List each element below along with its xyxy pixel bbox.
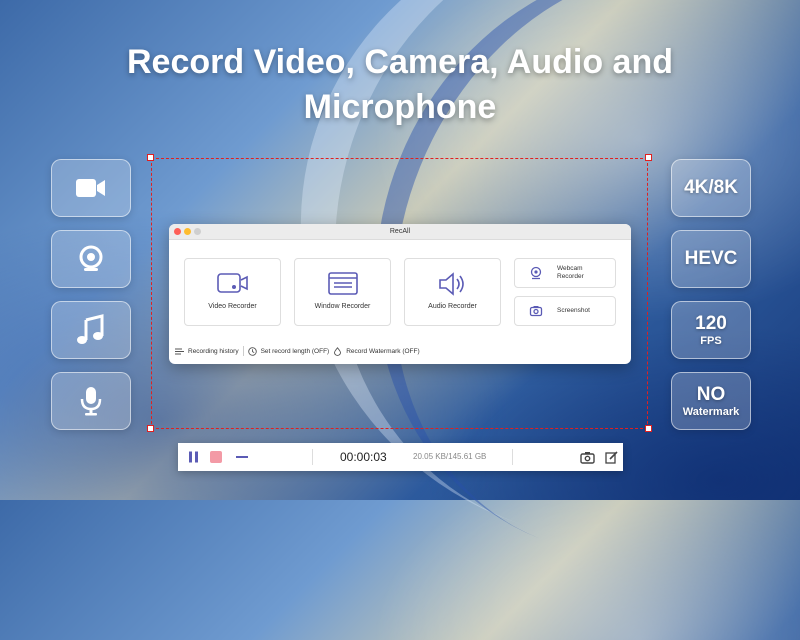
webcam-label-line-2: Recorder (557, 273, 584, 280)
window-recorder-icon (327, 272, 358, 295)
watermark-drop-icon (334, 346, 342, 356)
video-recorder-label: Video Recorder (208, 303, 257, 310)
webcam-icon (530, 266, 542, 280)
pause-icon[interactable] (188, 451, 200, 463)
headline: Record Video, Camera, Audio and Micropho… (0, 40, 800, 130)
speaker-icon (438, 272, 464, 296)
window-title: RecAll (389, 228, 411, 235)
close-window-button[interactable] (174, 228, 181, 235)
screenshot-camera-icon[interactable] (580, 451, 595, 464)
window-recorder-card[interactable]: Window Recorder (294, 258, 391, 326)
webcam-label-line-1: Webcam (557, 265, 583, 272)
feature-sub: Watermark (682, 405, 740, 418)
title-bar: RecAll (169, 224, 631, 240)
feature-no-watermark: NO Watermark (671, 372, 751, 430)
video-tile (51, 159, 131, 217)
resize-handle-bottom-right[interactable] (645, 425, 652, 432)
feature-main: HEVC (684, 248, 738, 269)
video-recorder-icon (216, 273, 248, 293)
set-record-length-toggle[interactable]: Set record length (OFF) (261, 348, 330, 355)
screenshot-label: Screenshot (557, 307, 590, 314)
recording-timer: 00:00:03 (340, 450, 387, 464)
clock-icon (247, 346, 257, 356)
video-camera-icon (76, 179, 105, 197)
zoom-window-button[interactable] (194, 228, 201, 235)
window-recorder-label: Window Recorder (314, 303, 371, 310)
divider (512, 449, 513, 465)
recording-history-link[interactable]: Recording history (188, 348, 239, 355)
feature-main: NO (696, 383, 726, 405)
webcam-recorder-label: Webcam Recorder (557, 265, 584, 281)
resize-handle-top-right[interactable] (645, 154, 652, 161)
resize-handle-top-left[interactable] (147, 154, 154, 161)
microphone-tile (51, 372, 131, 430)
headline-line-2: Microphone (303, 88, 497, 126)
divider (242, 346, 244, 356)
resize-handle-bottom-left[interactable] (147, 425, 154, 432)
recording-file-size: 20.05 KB/145.61 GB (413, 452, 487, 461)
list-icon (175, 348, 184, 354)
video-recorder-card[interactable]: Video Recorder (184, 258, 281, 326)
music-note-icon (77, 314, 104, 344)
camera-icon (529, 306, 543, 317)
stop-icon[interactable] (210, 451, 222, 463)
feature-4k8k: 4K/8K (671, 159, 751, 217)
feature-main: 4K/8K (684, 177, 738, 198)
minimize-window-button[interactable] (184, 228, 191, 235)
feature-sub: FPS (700, 334, 722, 347)
webcam-tile (51, 230, 131, 288)
microphone-icon (80, 387, 102, 416)
app-bottom-bar: Recording history Set record length (OFF… (175, 344, 420, 358)
minimize-bar-icon[interactable] (236, 455, 248, 459)
feature-120fps: 120 FPS (671, 301, 751, 359)
music-tile (51, 301, 131, 359)
edit-icon[interactable] (605, 451, 618, 464)
headline-line-1: Record Video, Camera, Audio and (126, 43, 673, 81)
audio-recorder-card[interactable]: Audio Recorder (404, 258, 501, 326)
screenshot-card[interactable]: Screenshot (514, 296, 616, 326)
webcam-recorder-card[interactable]: Webcam Recorder (514, 258, 616, 288)
webcam-icon (79, 245, 103, 271)
recall-app-window: RecAll Video Recorder Window Recorder Au… (169, 224, 631, 364)
feature-hevc: HEVC (671, 230, 751, 288)
recording-control-bar: 00:00:03 20.05 KB/145.61 GB (178, 443, 623, 471)
record-watermark-toggle[interactable]: Record Watermark (OFF) (346, 348, 419, 355)
audio-recorder-label: Audio Recorder (428, 303, 477, 310)
divider (312, 449, 313, 465)
feature-main: 120 (695, 312, 727, 334)
